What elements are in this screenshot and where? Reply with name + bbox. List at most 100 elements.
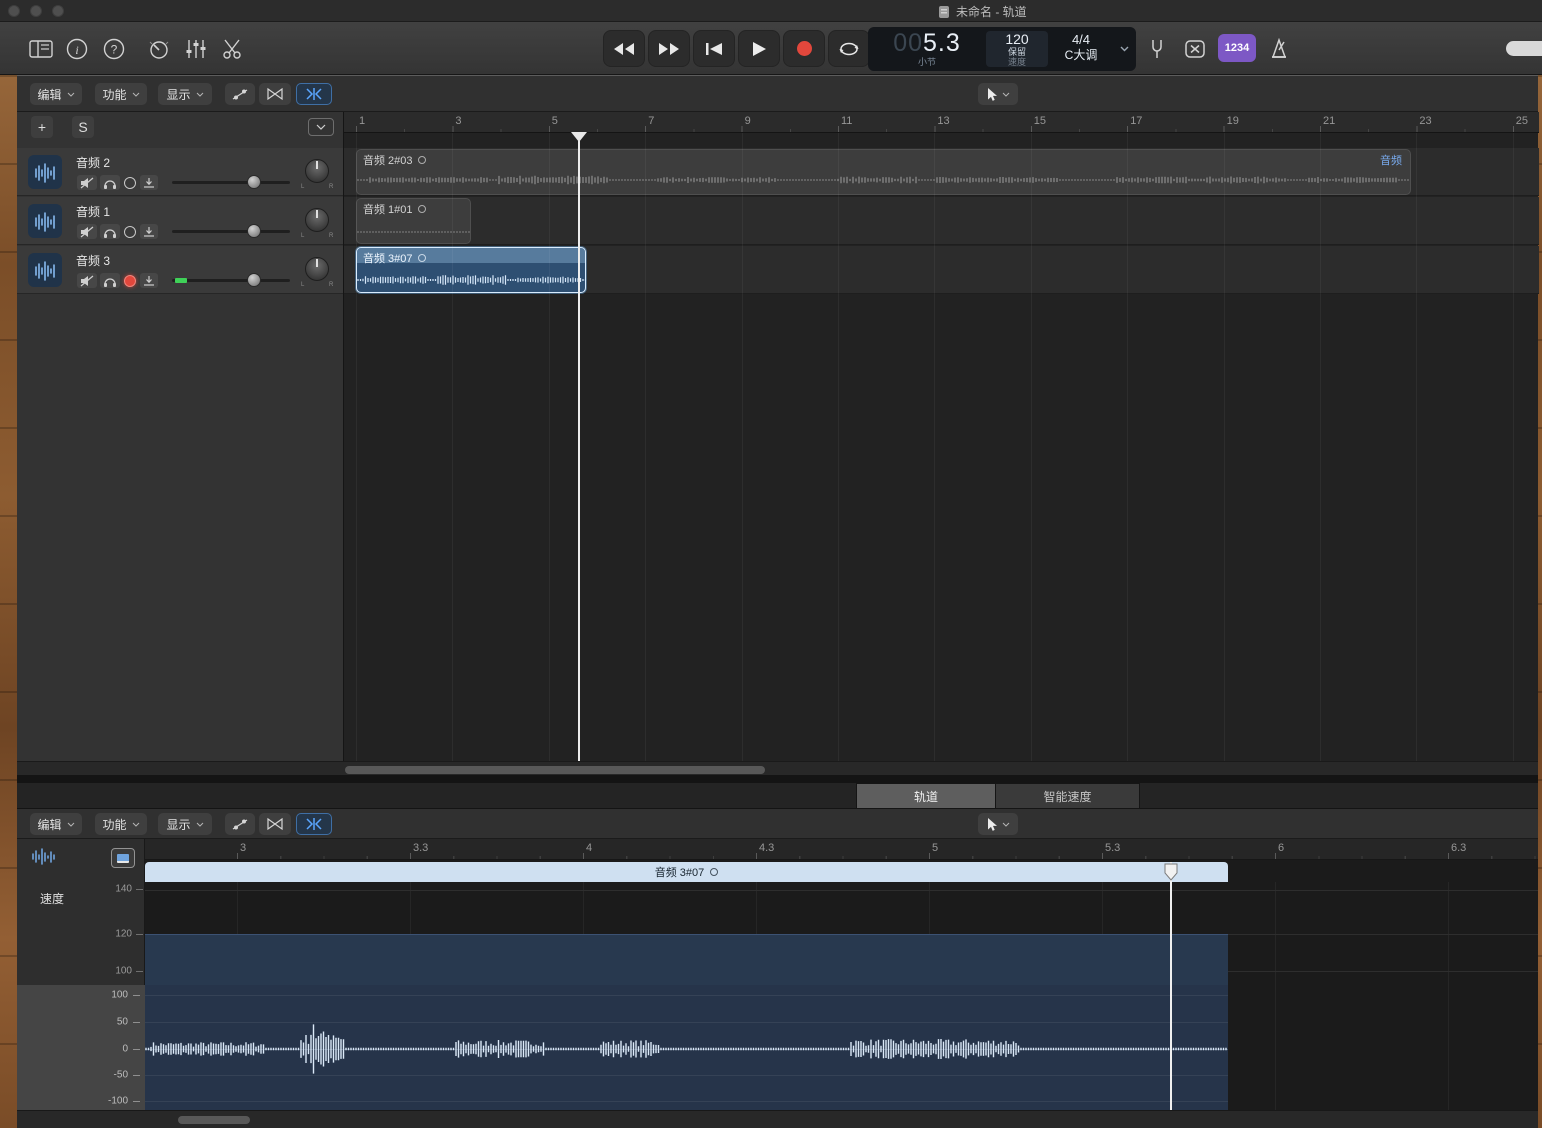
automation-button[interactable] [225, 83, 255, 105]
ruler-label: 17 [1130, 115, 1142, 127]
editor-beat-ruler[interactable]: 33.344.355.366.3 [145, 839, 1538, 860]
editor-playhead[interactable] [1170, 862, 1172, 1110]
mute-button[interactable] [77, 273, 97, 288]
display-menu-button[interactable]: 显示 [158, 83, 212, 105]
lcd-dropdown-button[interactable] [1114, 27, 1134, 71]
volume-slider[interactable] [172, 279, 290, 282]
loop-indicator-icon[interactable] [418, 205, 426, 213]
track-name[interactable]: 音频 1 [76, 203, 110, 220]
track-name[interactable]: 音频 3 [76, 252, 110, 269]
volume-slider[interactable] [172, 230, 290, 233]
minimize-button[interactable] [30, 5, 42, 17]
waveform-icon [33, 259, 57, 281]
tempo-curve-band[interactable] [145, 934, 1228, 985]
volume-slider-thumb[interactable] [247, 224, 261, 238]
chevron-down-icon [196, 92, 204, 97]
automation-button[interactable] [225, 813, 255, 835]
rewind-button[interactable] [603, 30, 645, 67]
scrollbar-thumb[interactable] [345, 766, 765, 774]
master-solo-button[interactable]: S [72, 116, 94, 138]
grid-line [838, 133, 839, 761]
flex-button[interactable] [259, 813, 291, 835]
ruler-label: 11 [841, 115, 852, 127]
tab-smart-tempo[interactable]: 智能速度 [996, 783, 1140, 809]
bar-ruler[interactable]: 135791113151719212325 [344, 112, 1539, 133]
region-audio-2-03[interactable]: 音频 2#03 音频 [356, 149, 1411, 195]
edit-menu-button[interactable]: 编辑 [30, 83, 82, 105]
input-monitor-button[interactable] [140, 224, 158, 239]
smart-controls-button[interactable] [142, 30, 176, 67]
functions-menu-button[interactable]: 功能 [95, 813, 147, 835]
lcd-display[interactable]: 005.3 小节 120 保留 速度 4/4 C大调 [868, 27, 1136, 71]
mute-button[interactable] [77, 175, 97, 190]
quick-help-button[interactable]: ? [97, 30, 131, 67]
cycle-button[interactable] [828, 30, 870, 67]
playhead[interactable] [578, 133, 580, 761]
solo-button[interactable] [100, 175, 120, 190]
volume-slider-thumb[interactable] [247, 273, 261, 287]
lcd-tempo-section[interactable]: 120 保留 速度 [986, 31, 1048, 67]
tuner-button[interactable] [1140, 30, 1174, 67]
cycle-icon [838, 41, 860, 57]
tab-tracks[interactable]: 轨道 [856, 783, 996, 809]
scrollbar-thumb[interactable] [178, 1116, 250, 1124]
master-volume-slider[interactable] [1506, 41, 1542, 56]
loop-indicator-icon[interactable] [710, 868, 718, 876]
volume-slider[interactable] [172, 181, 290, 184]
snap-button[interactable] [296, 83, 332, 105]
inspector-button[interactable]: i [60, 30, 94, 67]
loop-indicator-icon[interactable] [418, 254, 426, 262]
editor-region-header[interactable]: 音频 3#07 [145, 862, 1228, 882]
add-track-button[interactable]: + [31, 116, 53, 138]
pointer-tool-button[interactable] [978, 83, 1018, 105]
volume-slider-thumb[interactable] [247, 175, 261, 189]
pan-knob[interactable] [305, 208, 329, 232]
editor-playhead-handle[interactable] [1164, 863, 1178, 881]
mixer-icon [185, 38, 207, 60]
pan-knob[interactable] [305, 257, 329, 281]
library-button[interactable] [24, 30, 58, 67]
solo-button[interactable] [100, 224, 120, 239]
forward-button[interactable] [648, 30, 690, 67]
functions-menu-button[interactable]: 功能 [95, 83, 147, 105]
region-audio-1-01[interactable]: 音频 1#01 [356, 198, 471, 244]
play-button[interactable] [738, 30, 780, 67]
track-header-audio-1[interactable]: 音频 1 L R [17, 197, 343, 245]
replace-mode-button[interactable] [1178, 30, 1212, 67]
flex-button[interactable] [259, 83, 291, 105]
zoom-button[interactable] [52, 5, 64, 17]
record-enable-button[interactable] [124, 275, 136, 287]
edit-menu-button[interactable]: 编辑 [30, 813, 82, 835]
record-enable-button[interactable] [124, 177, 136, 189]
pane-splitter[interactable] [17, 775, 1538, 783]
editors-button[interactable] [216, 30, 250, 67]
snap-button[interactable] [296, 813, 332, 835]
loop-indicator-icon[interactable] [418, 156, 426, 164]
close-button[interactable] [8, 5, 20, 17]
track-header-audio-2[interactable]: 音频 2 L R [17, 148, 343, 196]
pan-knob[interactable] [305, 159, 329, 183]
lcd-key-section[interactable]: 4/4 C大调 [1048, 27, 1114, 71]
editor-canvas[interactable]: 音频 3#07 [145, 860, 1538, 1110]
tracks-horizontal-scrollbar[interactable] [17, 761, 1538, 776]
display-menu-button[interactable]: 显示 [158, 813, 212, 835]
pointer-tool-button[interactable] [978, 813, 1018, 835]
go-to-beginning-button[interactable] [693, 30, 735, 67]
count-in-button[interactable]: 1234 [1218, 34, 1256, 62]
input-monitor-button[interactable] [140, 273, 158, 288]
editor-horizontal-scrollbar[interactable] [17, 1110, 1538, 1128]
input-monitor-button[interactable] [140, 175, 158, 190]
lane-audio-1[interactable] [344, 197, 1539, 245]
editor-display-mode-button[interactable] [111, 848, 135, 868]
header-config-button[interactable] [308, 118, 334, 136]
metronome-button[interactable] [1262, 30, 1296, 67]
track-name[interactable]: 音频 2 [76, 154, 110, 171]
record-button[interactable] [783, 30, 825, 67]
mixer-button[interactable] [179, 30, 213, 67]
playhead-handle[interactable] [571, 132, 587, 142]
record-enable-button[interactable] [124, 226, 136, 238]
solo-button[interactable] [100, 273, 120, 288]
track-header-audio-3[interactable]: 音频 3 L R [17, 246, 343, 294]
region-audio-3-07-selected[interactable]: 音频 3#07 [356, 247, 586, 293]
mute-button[interactable] [77, 224, 97, 239]
